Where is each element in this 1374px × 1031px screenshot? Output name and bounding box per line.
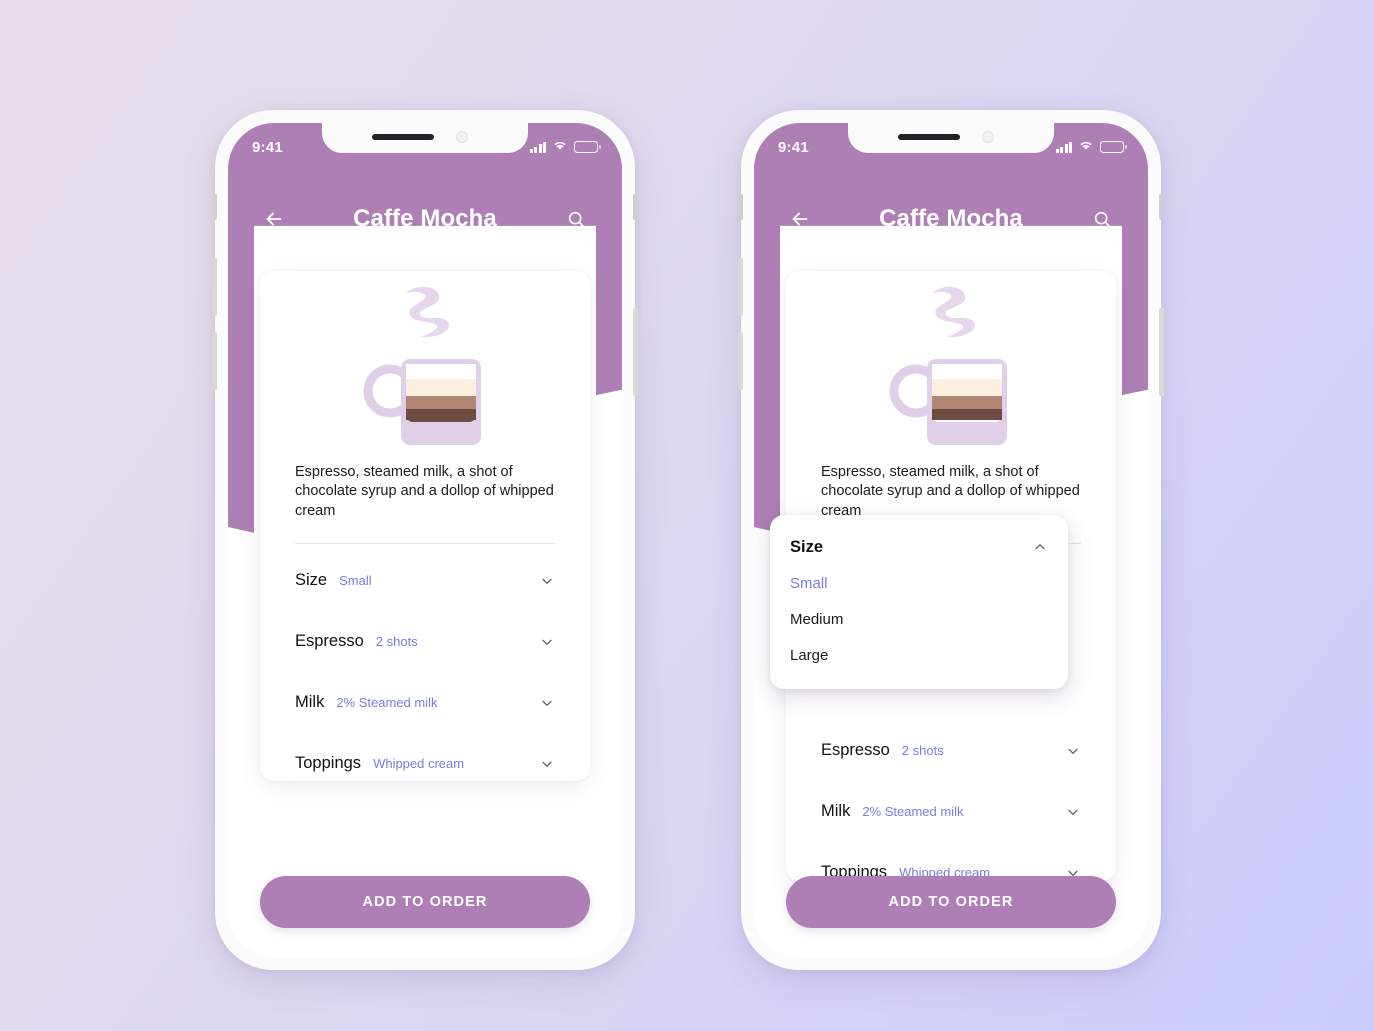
mute-switch-button[interactable] (213, 194, 217, 220)
dropdown-option-medium[interactable]: Medium (770, 601, 1068, 637)
options-list: Espresso 2 shots Milk 2% Steamed milk To… (786, 727, 1116, 897)
product-description: Espresso, steamed milk, a shot of chocol… (295, 464, 554, 519)
product-card: Espresso, steamed milk, a shot of chocol… (260, 271, 590, 781)
back-button[interactable] (258, 203, 290, 235)
volume-up-button[interactable] (212, 258, 217, 316)
size-dropdown-panel: Size Small Medium Large (770, 515, 1068, 689)
phone-screen: 9:41 Caffe Mocha Espresso, steamed milk,… (754, 123, 1148, 957)
chevron-down-icon[interactable] (539, 634, 555, 650)
product-image (260, 271, 590, 463)
search-button[interactable] (560, 203, 592, 235)
volume-down-button[interactable] (212, 332, 217, 390)
nav-bar: Caffe Mocha (228, 187, 622, 251)
option-label: Milk (821, 802, 851, 821)
option-label: Espresso (295, 632, 364, 651)
mute-switch-button[interactable] (739, 194, 743, 220)
screens-mockup-stage: 9:41 Caffe Mocha Espresso, steamed milk,… (0, 0, 1374, 1031)
chevron-down-icon[interactable] (1065, 804, 1081, 820)
phone-mockup-dropdown-open: 9:41 Caffe Mocha Espresso, steamed milk,… (738, 110, 1164, 970)
arrow-left-icon (266, 212, 282, 226)
options-list: Size Small Espresso 2 shots Milk 2% Stea… (260, 557, 590, 788)
power-button[interactable] (1159, 308, 1164, 396)
chevron-down-icon[interactable] (539, 756, 555, 772)
page-title: Caffe Mocha (353, 205, 497, 232)
product-image (786, 271, 1116, 463)
card-divider (295, 542, 555, 544)
option-value: Whipped cream (373, 756, 465, 772)
option-row-toppings[interactable]: Toppings Whipped cream (295, 740, 555, 788)
volume-up-button[interactable] (738, 258, 743, 316)
dropdown-option-large[interactable]: Large (770, 637, 1068, 673)
back-button[interactable] (784, 203, 816, 235)
dropdown-header-size[interactable]: Size (770, 529, 1068, 565)
option-label: Milk (295, 693, 325, 712)
chevron-down-icon[interactable] (539, 695, 555, 711)
battery-icon (574, 141, 601, 153)
chevron-down-icon[interactable] (539, 573, 555, 589)
coffee-cup-illustration (363, 286, 481, 445)
wifi-icon (1078, 138, 1094, 156)
dropdown-option-small[interactable]: Small (770, 565, 1068, 601)
option-value: 2 shots (375, 634, 418, 650)
search-button[interactable] (1086, 203, 1118, 235)
product-description: Espresso, steamed milk, a shot of chocol… (821, 464, 1080, 519)
status-bar: 9:41 (228, 123, 622, 167)
option-label: Espresso (821, 741, 890, 760)
option-row-size[interactable]: Size Small (295, 557, 555, 605)
volume-down-button[interactable] (738, 332, 743, 390)
option-value: 2 shots (901, 743, 944, 759)
battery-icon (1100, 141, 1127, 153)
option-label: Toppings (295, 754, 362, 773)
option-label: Size (295, 571, 328, 590)
status-bar: 9:41 (754, 123, 1148, 167)
nav-bar: Caffe Mocha (754, 187, 1148, 251)
signal-bars-icon (1055, 141, 1072, 153)
option-row-milk[interactable]: Milk 2% Steamed milk (821, 788, 1081, 836)
option-value: 2% Steamed milk (862, 804, 964, 820)
chevron-up-icon[interactable] (1032, 539, 1048, 555)
option-row-espresso[interactable]: Espresso 2 shots (295, 618, 555, 666)
option-row-espresso[interactable]: Espresso 2 shots (821, 727, 1081, 775)
dropdown-title: Size (790, 537, 824, 556)
wifi-icon (552, 138, 568, 156)
option-row-milk[interactable]: Milk 2% Steamed milk (295, 679, 555, 727)
coffee-cup-illustration (889, 286, 1007, 445)
page-title: Caffe Mocha (879, 205, 1023, 232)
status-icons-group (1055, 138, 1127, 156)
add-to-order-button[interactable]: ADD TO ORDER (786, 876, 1116, 928)
search-icon (568, 211, 584, 227)
status-time: 9:41 (778, 138, 809, 156)
frame-antenna-line (633, 194, 637, 220)
add-to-order-button[interactable]: ADD TO ORDER (260, 876, 590, 928)
option-value: 2% Steamed milk (336, 695, 438, 711)
status-icons-group (529, 138, 601, 156)
signal-bars-icon (529, 141, 546, 153)
option-value: Small (339, 573, 372, 589)
status-time: 9:41 (252, 138, 283, 156)
phone-mockup-collapsed: 9:41 Caffe Mocha Espresso, steamed milk,… (212, 110, 638, 970)
chevron-down-icon[interactable] (1065, 743, 1081, 759)
frame-antenna-line (1159, 194, 1163, 220)
power-button[interactable] (633, 308, 638, 396)
arrow-left-icon (792, 212, 808, 226)
search-icon (1094, 211, 1110, 227)
phone-screen: 9:41 Caffe Mocha Espresso, steamed milk,… (228, 123, 622, 957)
